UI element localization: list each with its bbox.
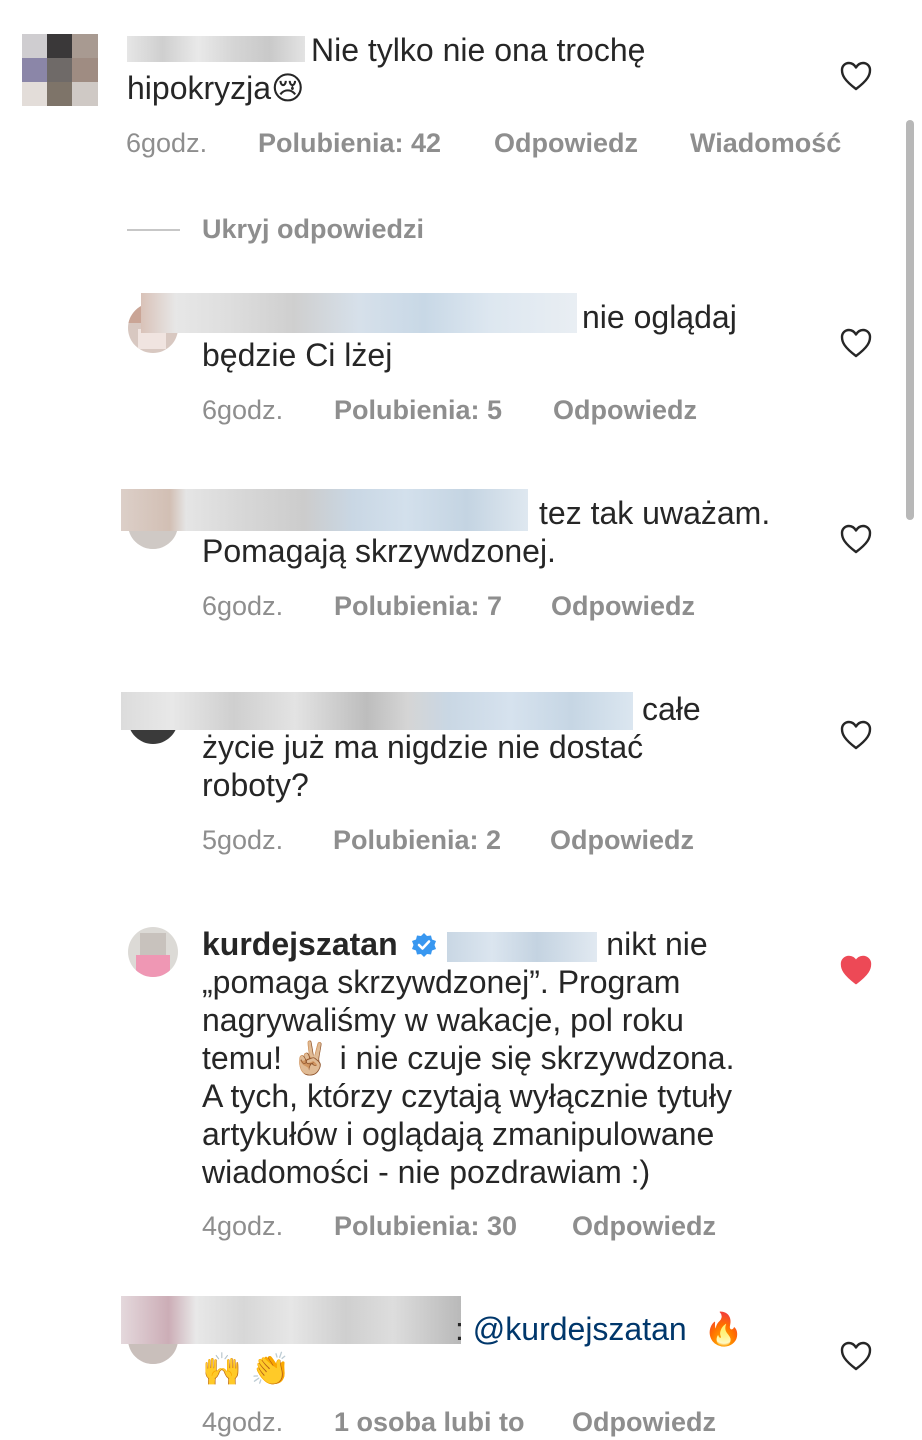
message-button[interactable]: Wiadomość	[690, 127, 841, 159]
comment-meta: 6godz. Polubienia: 42 Odpowiedz Wiadomoś…	[0, 127, 922, 159]
like-heart-icon[interactable]	[840, 328, 872, 358]
reply-text: całe	[642, 691, 701, 727]
reply-button[interactable]: Odpowiedz	[572, 1210, 716, 1242]
username-redacted[interactable]	[121, 1296, 461, 1344]
reply-text-line2: życie już ma nigdzie nie dostać	[202, 729, 644, 765]
likes-count[interactable]: 1 osoba lubi to	[334, 1406, 525, 1438]
reply-text-line6: artykułów i oglądają zmanipulowane	[202, 1116, 715, 1152]
divider	[127, 229, 180, 231]
comment-text: Nie tylko nie ona trochę	[311, 32, 646, 68]
reply-time: 5godz.	[202, 825, 284, 855]
likes-count[interactable]: Polubienia: 5	[334, 394, 502, 426]
reply-text-line2: „pomaga skrzywdzonej”. Program	[202, 964, 681, 1000]
reply-time: 6godz.	[202, 395, 284, 425]
victory-hand-icon: ✌🏼	[290, 1040, 331, 1076]
like-heart-icon[interactable]	[840, 1341, 872, 1371]
likes-count[interactable]: Polubienia: 7	[334, 590, 502, 622]
reply-text: kurdejszatan nikt nie	[202, 926, 708, 962]
reply-text-line4: temu! ✌🏼 i nie czuje się skrzywdzona.	[202, 1040, 735, 1076]
reply-meta: 5godz. Polubienia: 2 Odpowiedz	[0, 824, 922, 856]
reply-text: nie oglądaj	[582, 299, 737, 335]
comment-time: 6godz.	[126, 128, 208, 158]
reply-meta: 4godz. 1 osoba lubi to Odpowiedz	[0, 1406, 922, 1438]
scrollbar[interactable]	[906, 120, 914, 520]
hide-replies-button[interactable]: Ukryj odpowiedzi	[127, 212, 527, 246]
hide-replies-label: Ukryj odpowiedzi	[202, 214, 425, 244]
reply-button[interactable]: Odpowiedz	[572, 1406, 716, 1438]
username-redacted[interactable]	[141, 293, 577, 333]
username[interactable]: kurdejszatan	[202, 926, 398, 962]
reply-time: 6godz.	[202, 591, 284, 621]
likes-count[interactable]: Polubienia: 2	[333, 824, 501, 856]
reply-button[interactable]: Odpowiedz	[553, 394, 697, 426]
raising-hands-icon: 🙌	[202, 1351, 242, 1387]
like-heart-icon[interactable]	[840, 524, 872, 554]
reply-text-line2: będzie Ci lżej	[202, 337, 393, 373]
reply-button[interactable]: Odpowiedz	[550, 824, 694, 856]
reply-meta: 6godz. Polubienia: 7 Odpowiedz	[0, 590, 922, 622]
reply-text-line7: wiadomości - nie pozdrawiam :)	[202, 1154, 651, 1190]
reply-time: 4godz.	[202, 1407, 284, 1437]
mention-redacted[interactable]	[447, 931, 598, 962]
reply-text-line3: nagrywaliśmy w wakacje, pol roku	[202, 1002, 684, 1038]
username-redacted[interactable]	[121, 692, 633, 730]
liked-heart-icon[interactable]	[840, 955, 872, 985]
reply-time: 4godz.	[202, 1211, 284, 1241]
reply-text-line3: roboty?	[202, 767, 309, 803]
reply-text-line5: A tych, którzy czytają wyłącznie tytuły	[202, 1078, 732, 1114]
avatar[interactable]	[128, 927, 178, 977]
like-heart-icon[interactable]	[840, 720, 872, 750]
comments-screen: Nie tylko nie ona trochę hipokryzja😢 6go…	[0, 0, 922, 1440]
mention-link[interactable]: @kurdejszatan	[473, 1311, 687, 1347]
verified-badge-icon	[411, 928, 437, 957]
reply-meta: 4godz. Polubienia: 30 Odpowiedz	[0, 1210, 922, 1242]
reply-text-line2: 🙌 👏	[202, 1350, 291, 1388]
like-heart-icon[interactable]	[840, 61, 872, 91]
reply-button[interactable]: Odpowiedz	[494, 127, 638, 159]
clapping-hands-icon: 👏	[250, 1351, 291, 1387]
reply-meta: 6godz. Polubienia: 5 Odpowiedz	[0, 394, 922, 426]
reply-text-line2: Pomagają skrzywdzonej.	[202, 533, 556, 569]
username-redacted[interactable]	[121, 489, 528, 531]
fire-icon: 🔥	[703, 1311, 744, 1347]
reply-text: tez tak uważam.	[539, 495, 771, 531]
likes-count[interactable]: Polubienia: 30	[334, 1210, 517, 1242]
reply-button[interactable]: Odpowiedz	[551, 590, 695, 622]
avatar[interactable]	[22, 34, 98, 106]
crying-face-icon: 😢	[271, 70, 305, 106]
likes-count[interactable]: Polubienia: 42	[258, 127, 441, 159]
username-redacted[interactable]	[127, 36, 305, 62]
comment-text-line2: hipokryzja😢	[127, 70, 305, 106]
reply-text: : @kurdejszatan 🔥	[455, 1311, 744, 1347]
